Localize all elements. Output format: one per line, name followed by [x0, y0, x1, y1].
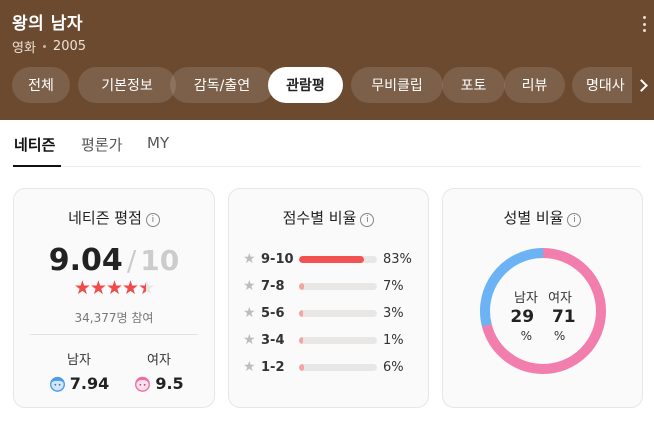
rating-panel: 네티즌 평론가 MY 네티즌 평점i 9.04/10 ★★★★★★ 34,377… — [0, 120, 654, 437]
meta-separator-dot — [42, 45, 46, 48]
subtab-critic[interactable]: 평론가 — [81, 134, 122, 155]
tab-movie-clips[interactable]: 무비클립 — [351, 67, 443, 103]
tab-reviews[interactable]: 리뷰 — [504, 67, 565, 103]
percent-bar-fill — [299, 283, 305, 290]
rating-subtabs: 네티즌 평론가 MY — [0, 120, 654, 167]
tab-famous-lines[interactable]: 명대사 — [572, 67, 632, 103]
more-options-icon[interactable] — [642, 16, 646, 32]
percent-bar-fill — [299, 337, 303, 344]
star-icon: ★ — [89, 277, 107, 299]
score-distribution-card: 점수별 비율 i ★ 9-10 83% ★ 7-8 7% ★ 5-6 3% ★ 3-4 1% ★ 1-2 6% — [228, 188, 429, 408]
female-score: 9.5 — [155, 374, 184, 393]
score-range: 7-8 — [261, 279, 285, 294]
movie-category: 영화 — [12, 41, 36, 56]
info-icon[interactable]: i — [145, 213, 160, 227]
movie-header: 왕의 남자 영화 2005 전체 기본정보 감독/출연 관람평 무비클립 포토 … — [0, 0, 654, 120]
percent-label: 6% — [383, 360, 404, 375]
percent-bar-track — [299, 364, 377, 371]
female-face-icon — [135, 376, 151, 392]
divider — [30, 334, 198, 335]
male-score-block: 남자 7.94 — [44, 349, 114, 393]
percent-label: 7% — [383, 279, 404, 294]
info-icon[interactable]: i — [360, 213, 375, 227]
gender-ratio-title: 성별 비율 — [503, 209, 564, 227]
netizen-rating-card: 네티즌 평점i 9.04/10 ★★★★★★ 34,377명 참여 남자 7.9… — [13, 188, 215, 408]
score-display: 9.04/10 — [14, 243, 214, 278]
tab-cast[interactable]: 감독/출연 — [170, 67, 274, 103]
subtab-my[interactable]: MY — [147, 134, 169, 152]
info-icon[interactable]: i — [567, 213, 582, 227]
distribution-row: ★ 1-2 6% — [243, 359, 433, 377]
card-title: 점수별 비율 i — [229, 207, 428, 228]
average-score: 9.04 — [48, 243, 123, 278]
distribution-row: ★ 3-4 1% — [243, 332, 433, 350]
star-icon: ★ — [243, 332, 256, 348]
star-icon: ★ — [243, 251, 256, 267]
movie-meta: 영화 2005 — [12, 37, 86, 56]
percent-bar-track — [299, 256, 377, 263]
star-icon: ★ — [243, 359, 256, 375]
percent-bar-fill — [299, 364, 304, 371]
card-title: 네티즌 평점 i — [14, 207, 214, 228]
max-score: 10 — [140, 244, 180, 277]
score-range: 3-4 — [261, 333, 285, 348]
male-ratio-value: 29 — [510, 307, 535, 327]
percent-label: 83% — [383, 252, 412, 267]
male-face-icon — [49, 376, 65, 392]
score-range: 1-2 — [261, 360, 285, 375]
percent-label: 1% — [383, 333, 404, 348]
score-slash: / — [126, 244, 137, 277]
donut-center: 남자 여자 29 71 % % — [477, 245, 609, 377]
star-icon: ★ — [73, 277, 91, 299]
subtab-netizen[interactable]: 네티즌 — [14, 134, 55, 155]
percent-label: 3% — [383, 306, 404, 321]
male-ratio-unit: % — [520, 329, 533, 343]
score-range: 5-6 — [261, 306, 285, 321]
gender-ratio-card: 성별 비율 i 남자 여자 29 71 % % — [442, 188, 643, 408]
tab-reviews-rating[interactable]: 관람평 — [268, 67, 343, 103]
tab-photos[interactable]: 포토 — [442, 67, 505, 103]
section-tabs: 전체 기본정보 감독/출연 관람평 무비클립 포토 리뷰 명대사 — [12, 67, 632, 103]
star-icon: ★ — [243, 278, 256, 294]
distribution-row: ★ 9-10 83% — [243, 251, 433, 269]
percent-bar-track — [299, 337, 377, 344]
female-ratio-unit: % — [553, 329, 566, 343]
star-half-icon: ★★ — [138, 277, 155, 299]
percent-bar-fill — [299, 256, 364, 263]
star-icon: ★ — [105, 277, 123, 299]
tab-basic-info[interactable]: 기본정보 — [78, 67, 176, 103]
male-label: 남자 — [67, 353, 91, 368]
netizen-rating-title: 네티즌 평점 — [68, 209, 142, 227]
female-score-block: 여자 9.5 — [124, 349, 194, 393]
score-range: 9-10 — [261, 252, 294, 267]
participant-count: 34,377명 참여 — [74, 311, 154, 325]
star-rating: ★★★★★★ — [14, 277, 214, 299]
female-ratio-label: 여자 — [548, 291, 572, 306]
male-score: 7.94 — [69, 374, 110, 393]
chevron-right-icon[interactable] — [635, 79, 648, 92]
movie-year: 2005 — [52, 39, 87, 54]
tab-all[interactable]: 전체 — [12, 67, 70, 103]
subtabs-divider — [13, 166, 641, 167]
score-distribution-title: 점수별 비율 — [282, 209, 357, 227]
card-title: 성별 비율 i — [443, 207, 642, 228]
percent-bar-fill — [299, 310, 303, 317]
star-icon: ★ — [243, 305, 256, 321]
active-subtab-indicator — [13, 165, 61, 167]
distribution-row: ★ 7-8 7% — [243, 278, 433, 296]
movie-title: 왕의 남자 — [12, 14, 83, 34]
female-label: 여자 — [147, 353, 171, 368]
male-ratio-label: 남자 — [514, 291, 538, 306]
distribution-row: ★ 5-6 3% — [243, 305, 433, 323]
star-icon: ★ — [122, 277, 139, 299]
percent-bar-track — [299, 283, 377, 290]
percent-bar-track — [299, 310, 377, 317]
female-ratio-value: 71 — [551, 307, 576, 327]
